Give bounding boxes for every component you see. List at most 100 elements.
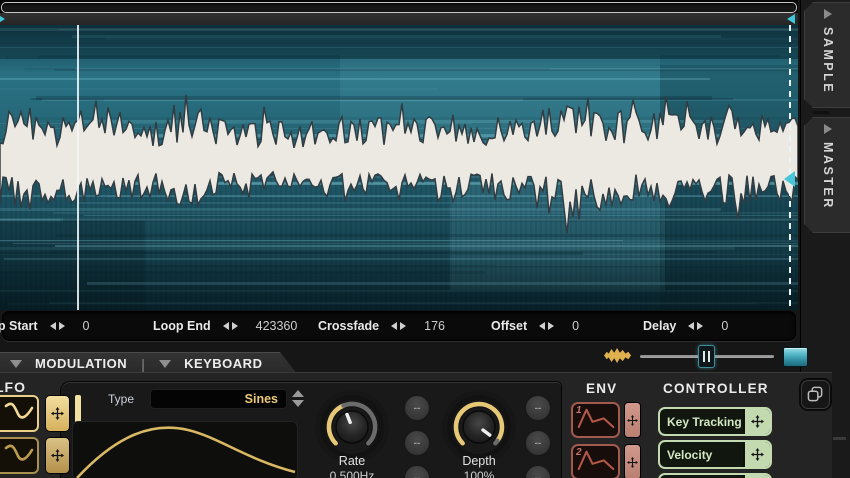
param-value[interactable]: 423360 xyxy=(256,319,298,333)
side-panel-divider xyxy=(833,437,846,440)
lfo-depth-value: 100% xyxy=(463,469,495,478)
env-slot-2-drag-handle[interactable] xyxy=(624,444,641,478)
env-slot-2[interactable]: 2 xyxy=(571,444,620,478)
side-tab-divider xyxy=(813,111,829,114)
decrement-icon[interactable] xyxy=(688,322,695,330)
decrement-icon[interactable] xyxy=(539,322,546,330)
depth-mod-slot-2[interactable]: -- xyxy=(524,429,552,457)
param-value[interactable]: 0 xyxy=(572,319,579,333)
controller-drag-handle[interactable] xyxy=(743,409,770,434)
tab-arrow-icon xyxy=(824,124,832,134)
decrement-icon[interactable] xyxy=(391,322,398,330)
lfo-type-label: Type xyxy=(108,392,135,406)
envelope-icon xyxy=(577,406,615,434)
lfo-depth-label: Depth xyxy=(462,454,496,468)
param-label: Loop Start xyxy=(0,319,38,333)
lfo-depth-knob[interactable] xyxy=(452,400,506,454)
param-loop-end: Loop End 423360 xyxy=(153,312,297,340)
param-value[interactable]: 0 xyxy=(83,319,90,333)
increment-icon[interactable] xyxy=(548,322,555,330)
param-label: Crossfade xyxy=(318,319,380,333)
lfo-slot-1-drag-handle[interactable] xyxy=(45,395,70,432)
lfo-waveform-display[interactable] xyxy=(72,421,298,478)
sample-waveform-view[interactable] xyxy=(0,25,798,310)
waveform-scroll-strip xyxy=(0,0,798,13)
loop-start-marker-icon[interactable] xyxy=(0,14,5,24)
loop-end-arrow-icon[interactable] xyxy=(784,171,795,187)
env-slot-number: 2 xyxy=(576,447,582,458)
tab-collapse-icon[interactable] xyxy=(159,359,172,368)
lfo-slot-2-drag-handle[interactable] xyxy=(45,437,70,474)
param-value[interactable]: 176 xyxy=(424,319,445,333)
copy-icon xyxy=(807,386,823,402)
param-label: Offset xyxy=(491,319,528,333)
param-delay: Delay 0 xyxy=(643,312,728,340)
lfo-slot-2[interactable] xyxy=(0,437,39,474)
lfo-type-value: Sines xyxy=(244,392,278,406)
increment-icon[interactable] xyxy=(58,322,65,330)
param-loop-start: Loop Start 0 xyxy=(0,312,89,340)
tab-separator: | xyxy=(141,355,146,372)
move-icon xyxy=(51,407,64,420)
controller-item-3[interactable] xyxy=(658,473,772,478)
spectrogram-view-toggle[interactable] xyxy=(783,347,808,367)
tab-master-label: MASTER xyxy=(821,142,835,210)
lfo-type-dropdown[interactable]: Sines xyxy=(150,389,287,409)
stepper-up-icon[interactable] xyxy=(292,390,304,397)
loop-end-marker-icon[interactable] xyxy=(787,14,795,24)
waveform-blob-icon[interactable] xyxy=(604,346,632,370)
lfo-rate-value: 0.500Hz xyxy=(329,469,375,478)
stepper-down-icon[interactable] xyxy=(292,400,304,407)
move-icon xyxy=(51,449,64,462)
rate-mod-slot-2[interactable]: -- xyxy=(403,429,431,457)
controller-item-label: Velocity xyxy=(667,447,713,462)
lfo-type-stepper xyxy=(292,390,304,407)
tab-collapse-icon[interactable] xyxy=(10,359,22,368)
copy-settings-button[interactable] xyxy=(801,380,830,409)
increment-icon[interactable] xyxy=(231,322,238,330)
sample-param-bar: Loop Start 0 Loop End 423360 Crossfade 1… xyxy=(0,311,796,341)
tab-modulation[interactable]: MODULATION xyxy=(35,356,127,371)
decrement-icon[interactable] xyxy=(49,322,56,330)
tab-sample-label: SAMPLE xyxy=(821,27,835,95)
tab-keyboard[interactable]: KEYBOARD xyxy=(184,356,262,371)
increment-icon[interactable] xyxy=(400,322,407,330)
param-label: Delay xyxy=(643,319,677,333)
env-section-header: ENV xyxy=(586,381,618,396)
env-slot-number: 1 xyxy=(576,405,582,416)
move-icon xyxy=(751,448,764,461)
lfo-section-header: LFO xyxy=(0,379,26,395)
move-icon xyxy=(627,414,638,426)
envelope-icon xyxy=(577,448,615,476)
move-icon xyxy=(627,456,638,468)
tab-arrow-icon xyxy=(824,9,832,19)
tab-master[interactable]: MASTER xyxy=(804,117,850,233)
sampler-plugin-window: SAMPLE MASTER Loop Start xyxy=(0,0,850,478)
increment-icon[interactable] xyxy=(697,322,704,330)
playback-cursor[interactable] xyxy=(77,25,79,310)
decrement-icon[interactable] xyxy=(222,322,229,330)
controller-item-key-tracking[interactable]: Key Tracking xyxy=(658,407,772,436)
controller-drag-handle[interactable] xyxy=(743,442,770,467)
sine-wave-icon xyxy=(4,400,34,427)
lfo-rate-knob[interactable] xyxy=(325,400,379,454)
env-slot-1[interactable]: 1 xyxy=(571,402,620,438)
lfo-slot-1[interactable] xyxy=(0,395,39,432)
mix-slider-handle[interactable] xyxy=(698,345,715,368)
loop-end-line[interactable] xyxy=(789,25,791,310)
controller-item-label: Key Tracking xyxy=(667,414,742,429)
param-offset: Offset 0 xyxy=(491,312,579,340)
controller-item-velocity[interactable]: Velocity xyxy=(658,440,772,469)
rate-mod-slot-1[interactable]: -- xyxy=(403,394,431,422)
move-icon xyxy=(751,415,764,428)
param-value[interactable]: 0 xyxy=(721,319,728,333)
env-slot-1-drag-handle[interactable] xyxy=(624,402,641,438)
param-crossfade: Crossfade 176 xyxy=(318,312,445,340)
controller-section-header: CONTROLLER xyxy=(663,381,769,396)
lfo-rate-label: Rate xyxy=(338,454,366,468)
depth-mod-slot-1[interactable]: -- xyxy=(524,394,552,422)
param-label: Loop End xyxy=(153,319,211,333)
waveform-scrollbar[interactable] xyxy=(1,2,797,13)
sine-wave-icon xyxy=(4,442,34,469)
tab-sample[interactable]: SAMPLE xyxy=(804,2,850,108)
